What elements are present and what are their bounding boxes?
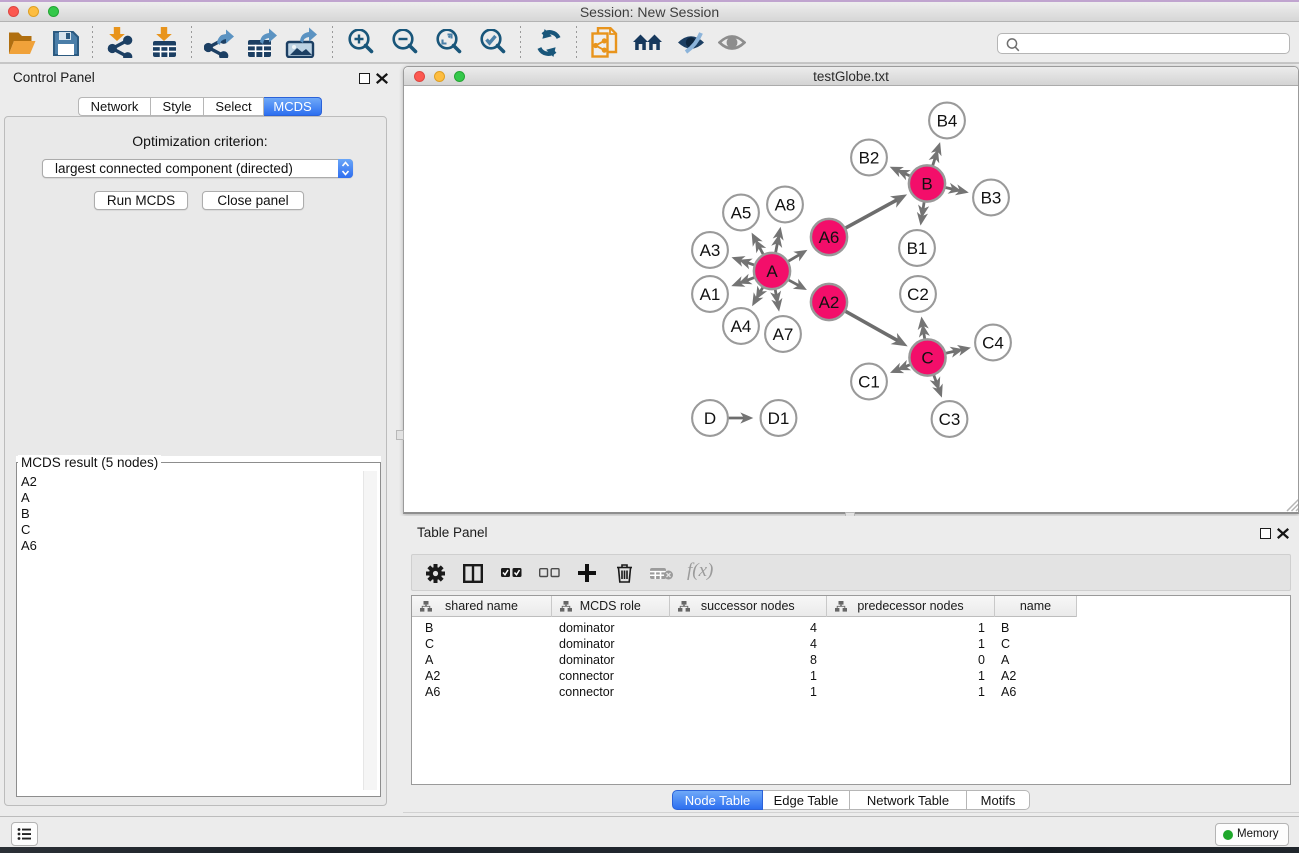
svg-text:B3: B3 bbox=[981, 189, 1002, 208]
svg-text:A6: A6 bbox=[819, 228, 840, 247]
svg-text:C3: C3 bbox=[939, 410, 961, 429]
svg-text:D: D bbox=[704, 409, 716, 428]
svg-text:C2: C2 bbox=[907, 285, 929, 304]
svg-text:C1: C1 bbox=[858, 373, 880, 392]
svg-text:A1: A1 bbox=[700, 285, 721, 304]
svg-text:A4: A4 bbox=[731, 317, 752, 336]
svg-text:D1: D1 bbox=[768, 409, 790, 428]
svg-text:A: A bbox=[766, 262, 778, 281]
svg-text:B: B bbox=[921, 175, 932, 194]
svg-text:A7: A7 bbox=[773, 325, 794, 344]
svg-text:B1: B1 bbox=[907, 239, 928, 258]
svg-text:B2: B2 bbox=[859, 149, 880, 168]
svg-text:A2: A2 bbox=[819, 293, 840, 312]
svg-text:B4: B4 bbox=[937, 112, 958, 131]
svg-text:A5: A5 bbox=[731, 204, 752, 223]
svg-text:C: C bbox=[921, 349, 933, 368]
svg-text:C4: C4 bbox=[982, 334, 1004, 353]
svg-text:A8: A8 bbox=[775, 196, 796, 215]
svg-text:A3: A3 bbox=[700, 241, 721, 260]
